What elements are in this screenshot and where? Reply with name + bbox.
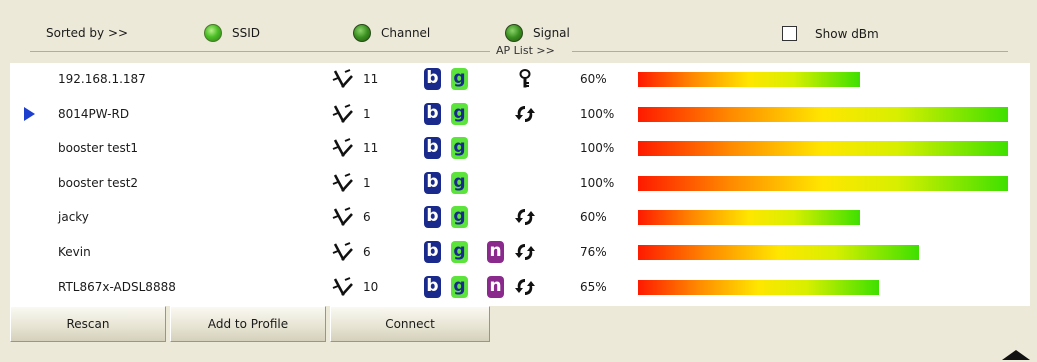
ssid-cell: Kevin xyxy=(58,245,91,259)
signal-percent-cell: 100% xyxy=(580,106,615,121)
connect-button[interactable]: Connect xyxy=(330,306,490,342)
wps-icon xyxy=(514,242,536,262)
ssid-cell: booster test1 xyxy=(58,141,139,156)
show-dbm-label: Show dBm xyxy=(815,27,879,41)
channel-cell: 11 xyxy=(363,72,379,86)
signal-percent-cell: 60% xyxy=(580,210,607,225)
mode-g-icon: g xyxy=(451,137,468,160)
mode-b-icon: b xyxy=(424,206,441,229)
mode-b-icon: b xyxy=(424,102,441,125)
sort-ssid-radio-option[interactable]: SSID xyxy=(204,24,260,42)
sort-signal-label: Signal xyxy=(533,26,570,40)
mode-n-icon: n xyxy=(487,241,504,263)
signal-strength-bar xyxy=(638,141,1008,157)
selected-row-arrow-icon xyxy=(24,106,35,121)
ap-list-row[interactable]: jacky 6 b g 60% xyxy=(10,201,1030,233)
sort-ssid-radio[interactable] xyxy=(204,24,222,42)
wps-icon xyxy=(514,277,536,297)
ssid-cell: 192.168.1.187 xyxy=(58,72,146,86)
rescan-button[interactable]: Rescan xyxy=(10,306,166,342)
channel-cell: 1 xyxy=(363,106,371,121)
ap-list-row[interactable]: 8014PW-RD 1 b g 100% xyxy=(10,98,1030,130)
mode-n-icon: n xyxy=(487,275,504,298)
channel-icon xyxy=(330,172,356,194)
signal-strength-bar xyxy=(638,210,860,226)
sort-channel-label: Channel xyxy=(381,26,431,40)
ap-list-row[interactable]: booster test1 11 b g 100% xyxy=(10,132,1030,164)
channel-icon xyxy=(330,276,356,298)
signal-strength-bar xyxy=(638,175,1008,191)
sort-channel-radio[interactable] xyxy=(353,24,371,42)
channel-cell: 1 xyxy=(363,175,371,190)
mode-b-icon: b xyxy=(424,137,441,160)
mode-g-icon: g xyxy=(451,275,468,298)
signal-percent-cell: 100% xyxy=(580,141,615,156)
channel-cell: 11 xyxy=(363,141,379,156)
sort-ssid-label: SSID xyxy=(232,26,261,40)
sort-bar: Sorted by >> SSID Channel Signal Show dB… xyxy=(0,0,1037,57)
mode-g-icon: g xyxy=(451,241,468,263)
ssid-cell: RTL867x-ADSL8888 xyxy=(58,279,176,294)
signal-percent-cell: 65% xyxy=(580,279,607,294)
sort-signal-radio-option[interactable]: Signal xyxy=(505,24,570,42)
sort-signal-radio[interactable] xyxy=(505,24,523,42)
ap-list-row[interactable]: RTL867x-ADSL8888 10 b g n 65% xyxy=(10,271,1030,303)
channel-icon xyxy=(330,103,356,125)
mode-g-icon: g xyxy=(451,171,468,194)
ssid-cell: jacky xyxy=(58,210,89,225)
signal-strength-bar xyxy=(638,279,879,295)
channel-icon xyxy=(330,241,356,263)
signal-strength-bar xyxy=(638,72,860,87)
wps-icon xyxy=(514,207,536,227)
signal-percent-cell: 100% xyxy=(580,175,615,190)
signal-percent-cell: 60% xyxy=(580,72,607,86)
mode-g-icon: g xyxy=(451,68,468,90)
mode-b-icon: b xyxy=(424,275,441,298)
mode-b-icon: b xyxy=(424,171,441,194)
channel-icon xyxy=(330,68,356,90)
scroll-up-icon[interactable] xyxy=(1002,350,1030,360)
channel-icon xyxy=(330,137,356,159)
ap-list-row[interactable]: Kevin 6 b g n 76% xyxy=(10,236,1030,268)
signal-percent-cell: 76% xyxy=(580,245,607,259)
mode-b-icon: b xyxy=(424,241,441,263)
sort-channel-radio-option[interactable]: Channel xyxy=(353,24,430,42)
mode-g-icon: g xyxy=(451,206,468,229)
mode-b-icon: b xyxy=(424,68,441,90)
wps-icon xyxy=(514,104,536,124)
channel-cell: 6 xyxy=(363,245,371,259)
ssid-cell: 8014PW-RD xyxy=(58,106,130,121)
signal-strength-bar xyxy=(638,245,919,260)
ap-list-row[interactable]: 192.168.1.187 11 b g 60% xyxy=(10,63,1030,95)
signal-strength-bar xyxy=(638,106,1008,122)
ap-list-divider-left xyxy=(30,51,490,52)
channel-icon xyxy=(330,206,356,228)
add-to-profile-button[interactable]: Add to Profile xyxy=(170,306,326,342)
show-dbm-checkbox[interactable] xyxy=(782,26,797,41)
ssid-cell: booster test2 xyxy=(58,175,139,190)
sorted-by-label: Sorted by >> xyxy=(46,26,129,40)
channel-cell: 6 xyxy=(363,210,371,225)
mode-g-icon: g xyxy=(451,102,468,125)
ap-list-label: AP List >> xyxy=(496,44,555,57)
channel-cell: 10 xyxy=(363,279,379,294)
ap-list-row[interactable]: booster test2 1 b g 100% xyxy=(10,167,1030,199)
key-icon xyxy=(514,69,536,89)
ap-list: 192.168.1.187 11 b g 60% 8014PW-RD 1 b g 100% boos… xyxy=(10,63,1030,306)
ap-list-divider-right xyxy=(572,51,1008,52)
